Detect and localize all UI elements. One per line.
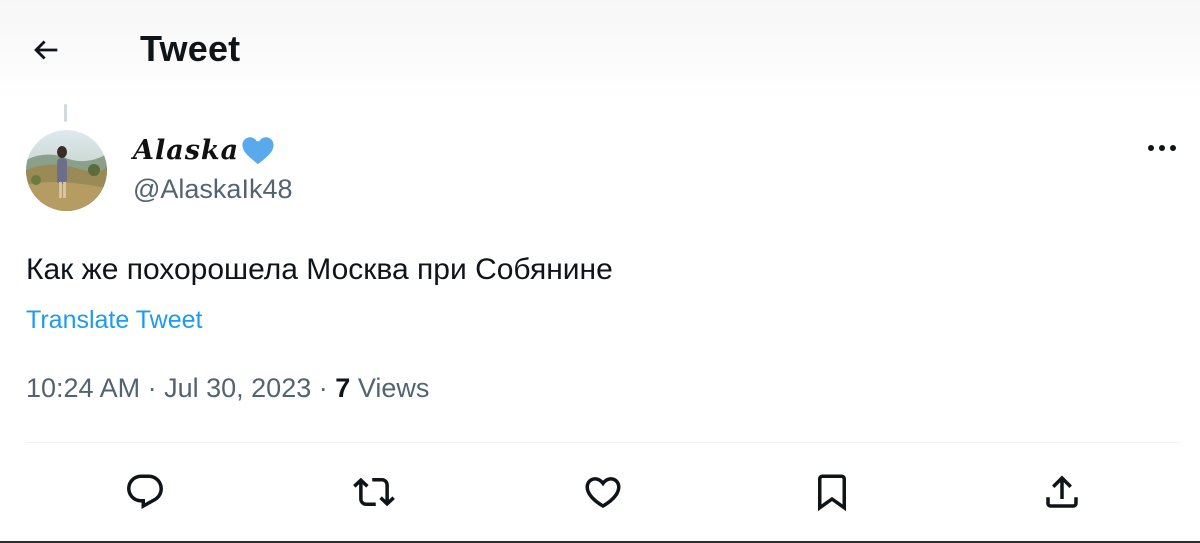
views-label[interactable]: Views: [358, 373, 430, 403]
bookmark-icon: [818, 474, 846, 512]
retweet-icon: [353, 477, 395, 507]
meta-separator: ·: [147, 373, 157, 403]
reply-button[interactable]: [123, 470, 167, 514]
back-button[interactable]: [28, 32, 64, 68]
thread-connector-line: [64, 104, 67, 122]
page-title: Tweet: [140, 28, 241, 69]
tweet-text: Как же похорошела Москва при Собянине: [26, 253, 613, 286]
meta-separator: ·: [318, 373, 328, 403]
views-count[interactable]: 7: [335, 373, 350, 403]
blue-heart-icon: [242, 137, 274, 165]
divider: [26, 442, 1180, 443]
like-button[interactable]: [581, 470, 625, 514]
retweet-button[interactable]: [352, 470, 396, 514]
author-name-row[interactable]: Alaska: [133, 132, 275, 168]
top-bar: Tweet: [0, 0, 1200, 100]
arrow-left-icon: [34, 40, 58, 60]
tweet-meta: 10:24 AM · Jul 30, 2023 · 7 Views: [26, 373, 429, 404]
avatar-photo: [26, 130, 107, 211]
tweet-time[interactable]: 10:24 AM: [26, 373, 140, 403]
reply-icon: [127, 474, 163, 509]
avatar[interactable]: [26, 130, 107, 211]
like-heart-icon: [585, 477, 621, 509]
translate-tweet-link[interactable]: Translate Tweet: [26, 306, 202, 335]
share-icon: [1046, 475, 1078, 508]
more-horizontal-icon: [1148, 145, 1176, 151]
bookmark-button[interactable]: [810, 470, 854, 514]
share-button[interactable]: [1040, 470, 1084, 514]
tweet-date[interactable]: Jul 30, 2023: [164, 373, 311, 403]
more-options-button[interactable]: [1142, 136, 1182, 160]
user-handle[interactable]: @AlaskaIk48: [133, 174, 292, 205]
display-name[interactable]: Alaska: [133, 135, 239, 166]
